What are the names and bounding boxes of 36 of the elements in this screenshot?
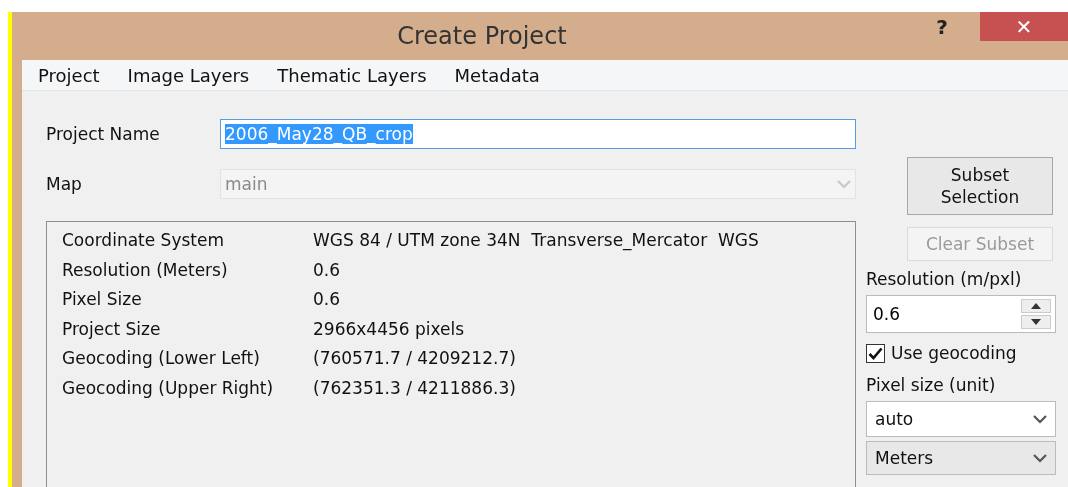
- field-label: Project Name: [46, 124, 161, 144]
- property-name: Resolution (Meters): [62, 259, 229, 282]
- property-name: Geocoding (Lower Left): [62, 348, 261, 370]
- window-title: Create Project: [396, 22, 568, 50]
- checkmark-icon: [868, 346, 883, 360]
- help-button[interactable]: ?: [922, 12, 962, 42]
- property-value: 2966x4456 pixels: [313, 318, 466, 341]
- menu-item[interactable]: Metadata: [454, 64, 540, 86]
- property-name: Pixel Size: [62, 289, 143, 311]
- chevron-down-icon: [837, 179, 851, 189]
- chevron-down-icon: [1033, 414, 1047, 424]
- property-name: Project Size: [62, 318, 162, 341]
- menu-item[interactable]: Thematic Layers: [277, 64, 427, 86]
- menu-item[interactable]: Image Layers: [127, 64, 250, 86]
- spin-down-button[interactable]: [1021, 315, 1051, 329]
- pixel-size-dropdown[interactable]: auto: [866, 401, 1056, 437]
- use-geocoding-checkbox[interactable]: Use geocoding: [866, 343, 1017, 363]
- property-value: 0.6: [313, 289, 342, 311]
- subset-selection-button[interactable]: Subset Selection: [907, 157, 1053, 215]
- arrow-up-icon: [1031, 303, 1041, 309]
- arrow-down-icon: [1031, 319, 1041, 325]
- field-label: Pixel size (unit): [866, 375, 996, 395]
- property-name: Coordinate System: [62, 230, 225, 252]
- property-value: (760571.7 / 4209212.7): [313, 348, 517, 370]
- property-value: 0.6: [313, 259, 342, 282]
- property-name: Geocoding (Upper Right): [62, 377, 275, 400]
- property-value: WGS 84 / UTM zone 34N Transverse_Mercator WGS: [313, 230, 760, 253]
- chevron-down-icon: [1033, 453, 1047, 463]
- field-label: Map: [46, 174, 83, 194]
- spin-up-button[interactable]: [1021, 299, 1051, 313]
- resolution-spinbox[interactable]: 0.6: [866, 295, 1056, 333]
- menu-item[interactable]: Project: [38, 64, 100, 86]
- field-label: Resolution (m/pxl): [866, 269, 1022, 289]
- property-value: (762351.3 / 4211886.3): [313, 377, 517, 400]
- unit-dropdown[interactable]: Meters: [866, 441, 1056, 475]
- close-button[interactable]: ✕: [980, 12, 1068, 41]
